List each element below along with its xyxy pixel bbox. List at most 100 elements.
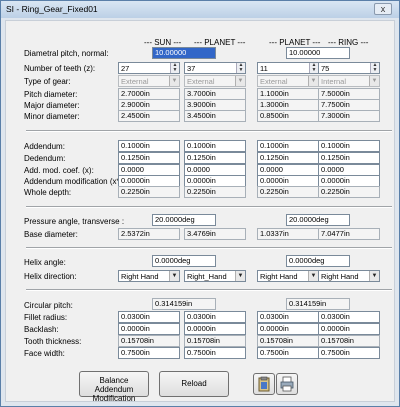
backlash-field-ring[interactable]: 0.0000in bbox=[318, 323, 380, 335]
pressure-angle-field[interactable]: 20.0000deg bbox=[152, 214, 216, 226]
helix-angle-field-2[interactable]: 0.0000deg bbox=[286, 255, 350, 267]
addendum-field-planet-2[interactable]: 0.1000in bbox=[257, 140, 319, 152]
face-width-label: Face width: bbox=[24, 349, 65, 358]
diametral-pitch-label: Diametral pitch, normal: bbox=[24, 49, 109, 58]
spin-arrows-icon[interactable]: ▲ ▼ bbox=[370, 63, 379, 73]
minor-diameter-planet-2: 0.8500in bbox=[257, 110, 319, 122]
dedendum-field-ring[interactable]: 0.1250in bbox=[318, 152, 380, 164]
minor-diameter-sun: 2.4500in bbox=[118, 110, 180, 122]
helix-direction-value: Right Hand bbox=[321, 272, 359, 281]
gear-type-value: External bbox=[121, 77, 149, 86]
backlash-field-planet[interactable]: 0.0000in bbox=[184, 323, 246, 335]
helix-direction-select-planet[interactable]: Right_Hand ▼ bbox=[184, 270, 246, 282]
helix-direction-select-ring[interactable]: Right Hand ▼ bbox=[318, 270, 380, 282]
column-header-planet-2: --- PLANET --- bbox=[269, 38, 321, 47]
spin-arrows-icon[interactable]: ▲ ▼ bbox=[309, 63, 318, 73]
tooth-thickness-sun: 0.15708in bbox=[118, 335, 180, 347]
gear-type-select-planet: External ▼ bbox=[184, 75, 246, 87]
chevron-down-icon: ▼ bbox=[308, 76, 318, 86]
whole-depth-planet: 0.2250in bbox=[184, 186, 246, 198]
whole-depth-sun: 0.2250in bbox=[118, 186, 180, 198]
circular-pitch-label: Circular pitch: bbox=[24, 301, 73, 310]
face-width-field-sun[interactable]: 0.7500in bbox=[118, 347, 180, 359]
base-diameter-ring: 7.0477in bbox=[318, 228, 380, 240]
tooth-thickness-planet-2: 0.15708in bbox=[257, 335, 319, 347]
helix-direction-select-planet-2[interactable]: Right Hand ▼ bbox=[257, 270, 319, 282]
backlash-field-sun[interactable]: 0.0000in bbox=[118, 323, 180, 335]
dedendum-field-planet-2[interactable]: 0.1250in bbox=[257, 152, 319, 164]
minor-diameter-label: Minor diameter: bbox=[24, 112, 80, 121]
form-panel: --- SUN --- --- PLANET --- --- PLANET --… bbox=[5, 20, 395, 403]
chevron-down-icon[interactable]: ▼ bbox=[235, 271, 245, 281]
gear-type-value: Internal bbox=[321, 77, 347, 86]
teeth-stepper-sun[interactable]: 27 ▲ ▼ bbox=[118, 62, 180, 74]
helix-angle-field[interactable]: 0.0000deg bbox=[152, 255, 216, 267]
major-diameter-label: Major diameter: bbox=[24, 101, 80, 110]
title-bar: SI - Ring_Gear_Fixed01 x bbox=[1, 1, 399, 18]
spin-arrows-icon[interactable]: ▲ ▼ bbox=[236, 63, 245, 73]
teeth-stepper-planet[interactable]: 37 ▲ ▼ bbox=[184, 62, 246, 74]
column-header-ring: --- RING --- bbox=[328, 38, 369, 47]
spin-arrows-icon[interactable]: ▲ ▼ bbox=[170, 63, 179, 73]
fillet-radius-field-planet-2[interactable]: 0.0300in bbox=[257, 311, 319, 323]
gear-window: SI - Ring_Gear_Fixed01 x --- SUN --- ---… bbox=[0, 0, 400, 407]
num-teeth-label: Number of teeth (z): bbox=[24, 64, 96, 73]
gear-type-value: External bbox=[187, 77, 215, 86]
clipboard-icon bbox=[258, 376, 270, 392]
chevron-down-icon[interactable]: ▼ bbox=[369, 271, 379, 281]
column-header-planet: --- PLANET --- bbox=[194, 38, 246, 47]
teeth-value: 27 bbox=[121, 64, 130, 73]
circular-pitch-field-2: 0.314159in bbox=[286, 298, 350, 310]
dedendum-label: Dedendum: bbox=[24, 154, 66, 163]
separator bbox=[26, 130, 392, 132]
pressure-angle-field-2[interactable]: 20.0000deg bbox=[286, 214, 350, 226]
addendum-label: Addendum: bbox=[24, 142, 65, 151]
teeth-stepper-ring[interactable]: 75 ▲ ▼ bbox=[318, 62, 380, 74]
dedendum-field-sun[interactable]: 0.1250in bbox=[118, 152, 180, 164]
diametral-pitch-field[interactable]: 10.00000 bbox=[152, 47, 216, 59]
print-button[interactable] bbox=[276, 373, 298, 395]
chevron-down-icon: ▼ bbox=[169, 76, 179, 86]
separator bbox=[26, 247, 392, 249]
addendum-field-ring[interactable]: 0.1000in bbox=[318, 140, 380, 152]
clipboard-button[interactable] bbox=[253, 373, 275, 395]
face-width-field-ring[interactable]: 0.7500in bbox=[318, 347, 380, 359]
separator bbox=[26, 206, 392, 208]
gear-type-select-planet-2: External ▼ bbox=[257, 75, 319, 87]
minor-diameter-ring: 7.3000in bbox=[318, 110, 380, 122]
pressure-angle-label: Pressure angle, transverse : bbox=[24, 217, 125, 226]
chevron-down-icon[interactable]: ▼ bbox=[169, 271, 179, 281]
fillet-radius-field-planet[interactable]: 0.0300in bbox=[184, 311, 246, 323]
dedendum-field-planet[interactable]: 0.1250in bbox=[184, 152, 246, 164]
separator bbox=[26, 289, 392, 291]
balance-addendum-label-1: Balance Addendum bbox=[94, 376, 134, 394]
window-title: SI - Ring_Gear_Fixed01 bbox=[6, 4, 98, 14]
diametral-pitch-field-2[interactable]: 10.00000 bbox=[286, 47, 350, 59]
addendum-field-planet[interactable]: 0.1000in bbox=[184, 140, 246, 152]
circular-pitch-field: 0.314159in bbox=[152, 298, 216, 310]
face-width-field-planet-2[interactable]: 0.7500in bbox=[257, 347, 319, 359]
addendum-field-sun[interactable]: 0.1000in bbox=[118, 140, 180, 152]
backlash-field-planet-2[interactable]: 0.0000in bbox=[257, 323, 319, 335]
chevron-down-icon[interactable]: ▼ bbox=[308, 271, 318, 281]
type-of-gear-label: Type of gear: bbox=[24, 77, 71, 86]
helix-direction-value: Right Hand bbox=[260, 272, 298, 281]
helix-direction-select-sun[interactable]: Right Hand ▼ bbox=[118, 270, 180, 282]
balance-addendum-button[interactable]: Balance Addendum Modification bbox=[79, 371, 149, 403]
base-diameter-planet: 3.4769in bbox=[184, 228, 246, 240]
print-icon bbox=[280, 376, 294, 392]
reload-button[interactable]: Reload bbox=[159, 371, 229, 397]
addendum-mod-label: Addendum modification (x*m) bbox=[24, 177, 129, 186]
face-width-field-planet[interactable]: 0.7500in bbox=[184, 347, 246, 359]
fillet-radius-field-sun[interactable]: 0.0300in bbox=[118, 311, 180, 323]
base-diameter-label: Base diameter: bbox=[24, 230, 78, 239]
close-button[interactable]: x bbox=[374, 3, 392, 15]
add-mod-coef-label: Add. mod. coef. (x): bbox=[24, 166, 94, 175]
teeth-value: 11 bbox=[260, 64, 268, 73]
base-diameter-sun: 2.5372in bbox=[118, 228, 180, 240]
fillet-radius-field-ring[interactable]: 0.0300in bbox=[318, 311, 380, 323]
tooth-thickness-ring: 0.15708in bbox=[318, 335, 380, 347]
teeth-stepper-planet-2[interactable]: 11 ▲ ▼ bbox=[257, 62, 319, 74]
whole-depth-planet-2: 0.2250in bbox=[257, 186, 319, 198]
teeth-value: 37 bbox=[187, 64, 196, 73]
